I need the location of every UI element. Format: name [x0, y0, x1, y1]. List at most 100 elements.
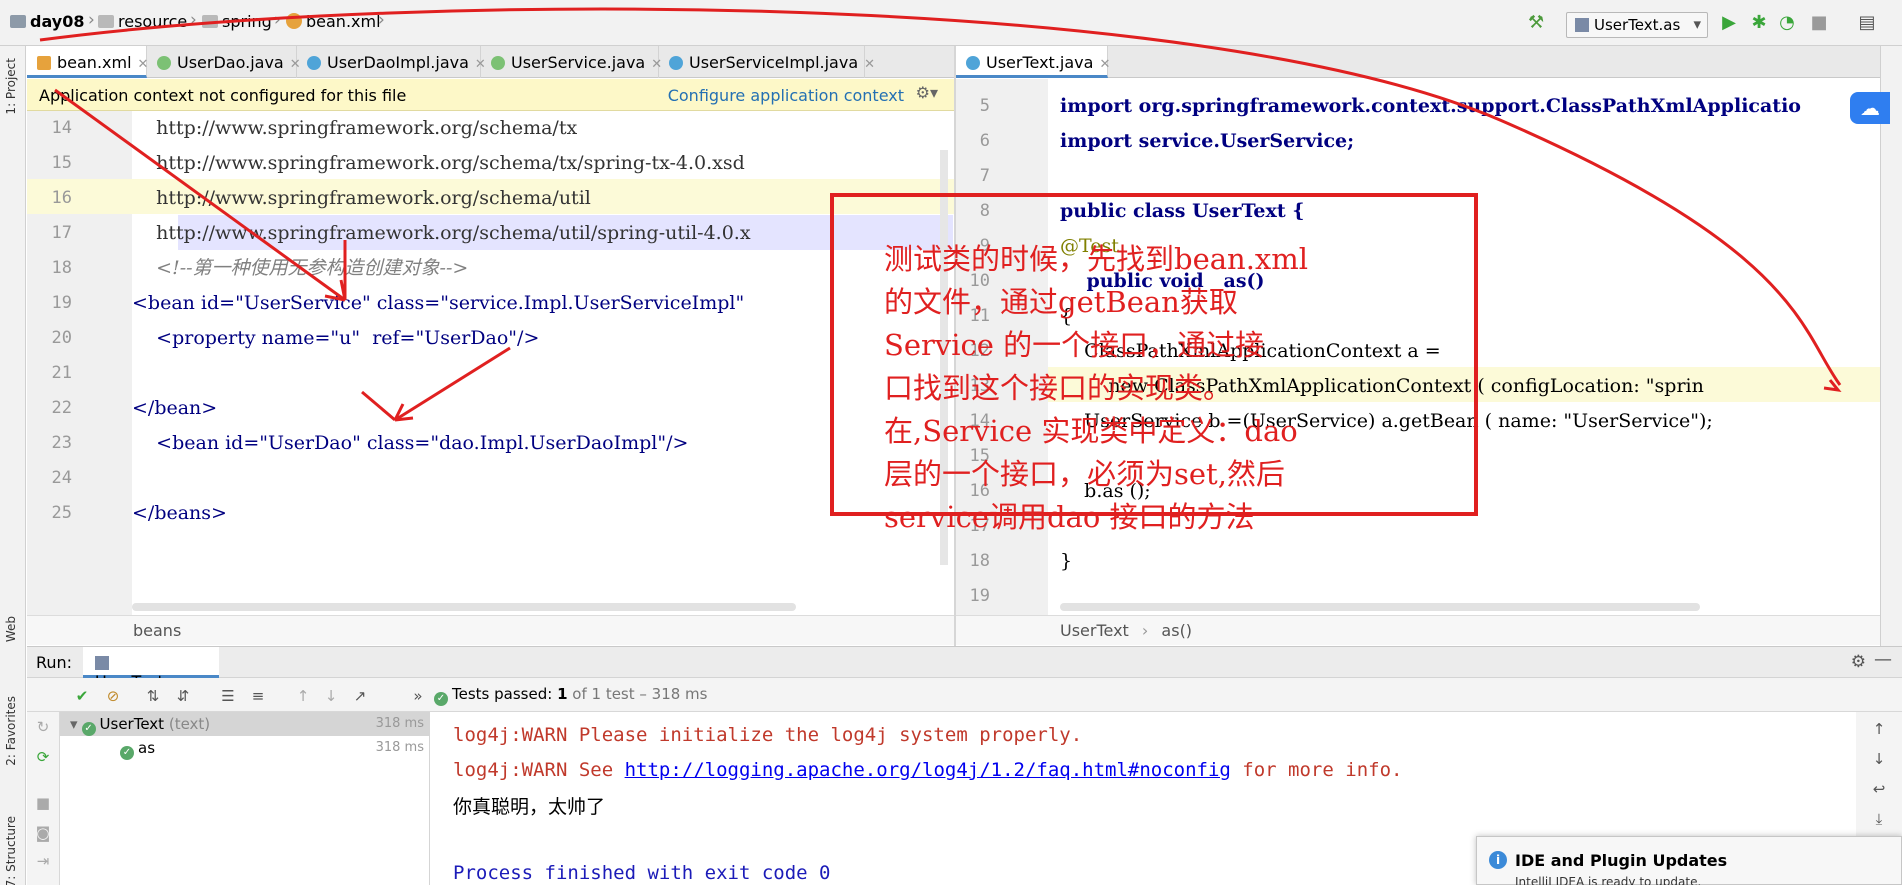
ide-updates-notification[interactable]: i IDE and Plugin Updates IntelliJ IDEA i… — [1476, 836, 1902, 885]
run-tab-usertext[interactable]: UserText.as✕ — [83, 647, 219, 691]
junit-icon — [1575, 18, 1589, 32]
test-toolbar: ✔ ⊘ ⇅ ⇵ ☰ ≡ ↑ ↓ ↗ » ✓ Tests passed: 1 of … — [27, 678, 1902, 712]
interface-icon — [491, 56, 505, 70]
run-icon[interactable]: ▶ — [1718, 12, 1740, 34]
sort-duration-icon[interactable]: ⇵ — [172, 685, 194, 707]
tab-label: UserServiceImpl.java — [689, 53, 859, 72]
coverage-icon[interactable]: ◔ — [1776, 12, 1798, 34]
tree-row-as[interactable]: ✓ as 318 ms — [60, 736, 430, 760]
tab-label: UserService.java — [511, 53, 646, 72]
code-line[interactable]: http://www.springframework.org/schema/tx… — [132, 146, 745, 181]
rerun-failed-icon[interactable]: ↻ — [32, 716, 54, 738]
tree-name: as — [138, 739, 156, 757]
tab-usertext-java[interactable]: UserText.java ✕ — [956, 46, 1110, 78]
code-line[interactable]: <property name="u" ref="UserDao"/> — [132, 321, 539, 356]
tab-bean-xml[interactable]: bean.xml ✕ — [27, 46, 148, 78]
line-number: 14 — [51, 118, 72, 138]
breadcrumb-bean-xml[interactable]: bean.xml — [286, 12, 381, 31]
sort-alpha-icon[interactable]: ⇅ — [142, 685, 164, 707]
code-line[interactable]: <bean id="UserService" class="service.Im… — [132, 286, 744, 321]
debug-icon[interactable]: ✱ — [1748, 12, 1770, 34]
more-icon[interactable]: » — [407, 685, 429, 707]
code-line[interactable]: http://www.springframework.org/schema/ut… — [132, 216, 750, 251]
left-horizontal-scrollbar[interactable] — [132, 603, 796, 611]
chevron-right-icon: › — [1141, 621, 1149, 640]
code-line[interactable]: <!--第一种使用无参构造创建对象--> — [132, 251, 468, 286]
scroll-up-icon[interactable]: ↑ — [1868, 718, 1890, 740]
run-tool-header: Run: UserText.as✕ ⚙ — — [27, 646, 1902, 691]
tab-label: bean.xml — [57, 53, 132, 72]
export-icon[interactable]: ↗ — [349, 685, 371, 707]
next-test-icon[interactable]: ↓ — [320, 685, 342, 707]
line-number: 25 — [51, 503, 72, 523]
notification-text: IntelliJ IDEA is ready to update. — [1515, 875, 1702, 885]
code-line[interactable]: } — [1060, 544, 1072, 579]
line-number: 16 — [51, 188, 72, 208]
soft-wrap-icon[interactable]: ↩ — [1868, 778, 1890, 800]
log4j-faq-link[interactable]: http://logging.apache.org/log4j/1.2/faq.… — [625, 759, 1231, 781]
structure-tool-button[interactable]: 7: Structure — [4, 816, 18, 885]
stop-icon[interactable]: ■ — [32, 792, 54, 814]
build-hammer-icon[interactable]: ⚒ — [1528, 14, 1546, 32]
navigation-bar: day08 › resource › spring › bean.xml › ⚒… — [0, 0, 1902, 46]
class-icon — [669, 56, 683, 70]
chevron-right-icon: › — [274, 10, 281, 30]
right-horizontal-scrollbar[interactable] — [1060, 603, 1700, 611]
line-number: 18 — [969, 551, 990, 571]
breadcrumb-spring[interactable]: spring — [202, 12, 272, 31]
expand-all-icon[interactable]: ☰ — [217, 685, 239, 707]
chevron-down-icon[interactable]: ▾ — [70, 715, 78, 733]
close-icon[interactable]: ✕ — [864, 57, 875, 72]
close-icon[interactable]: ✕ — [1099, 57, 1110, 72]
exit-icon[interactable]: ⇥ — [32, 850, 54, 872]
code-line[interactable]: import service.UserService; — [1060, 124, 1354, 159]
cloud-assistant-icon[interactable]: ☁ — [1850, 92, 1890, 124]
breadcrumb-method-as[interactable]: as() — [1161, 621, 1192, 640]
code-line[interactable]: http://www.springframework.org/schema/ut… — [132, 181, 591, 216]
project-structure-icon[interactable]: ▤ — [1856, 12, 1878, 34]
left-editor-tabs: bean.xml ✕ UserDao.java ✕ UserDaoImpl.java… — [27, 46, 954, 78]
code-line[interactable]: import org.springframework.context.suppo… — [1060, 89, 1801, 124]
tab-userservice-java[interactable]: UserService.java ✕ — [481, 46, 662, 78]
line-number: 24 — [51, 468, 72, 488]
line-number: 19 — [969, 586, 990, 606]
web-tool-button[interactable]: Web — [4, 616, 18, 642]
camera-icon[interactable]: ◙ — [32, 822, 54, 844]
breadcrumb-resource[interactable]: resource — [98, 12, 187, 31]
chevron-right-icon: › — [378, 10, 385, 30]
show-ignored-icon[interactable]: ⊘ — [102, 685, 124, 707]
tree-row-usertext[interactable]: ▾ ✓ UserText (text) 318 ms — [60, 712, 430, 736]
breadcrumb-project[interactable]: day08 — [10, 12, 84, 31]
toggle-autotest-icon[interactable]: ⟳ — [32, 746, 54, 768]
gear-icon[interactable]: ⚙ — [1851, 652, 1866, 672]
show-passed-icon[interactable]: ✔ — [71, 685, 93, 707]
scroll-to-end-icon[interactable]: ⤓ — [1868, 808, 1890, 830]
scroll-down-icon[interactable]: ↓ — [1868, 748, 1890, 770]
interface-icon — [157, 56, 171, 70]
run-configuration-select[interactable]: UserText.as ▾ — [1566, 12, 1708, 38]
previous-test-icon[interactable]: ↑ — [292, 685, 314, 707]
tab-userserviceimpl-java[interactable]: UserServiceImpl.java ✕ — [659, 46, 875, 78]
collapse-all-icon[interactable]: ≡ — [247, 685, 269, 707]
chevron-down-icon: ▾ — [1693, 15, 1701, 33]
tab-userdao-java[interactable]: UserDao.java ✕ — [147, 46, 301, 78]
line-number: 15 — [51, 153, 72, 173]
configure-context-link[interactable]: Configure application context — [668, 86, 904, 105]
gear-icon[interactable]: ⚙▾ — [916, 83, 938, 102]
tree-detail: (text) — [168, 715, 211, 733]
stop-icon[interactable]: ■ — [1808, 12, 1830, 34]
status-count: 1 — [557, 685, 568, 703]
breadcrumb-beans[interactable]: beans — [133, 621, 181, 640]
code-line[interactable]: http://www.springframework.org/schema/tx — [132, 111, 577, 146]
project-tool-button[interactable]: 1: Project — [4, 58, 18, 115]
line-number: 21 — [51, 363, 72, 383]
favorites-tool-button[interactable]: 2: Favorites — [4, 696, 18, 766]
folder-icon — [202, 15, 218, 28]
code-line[interactable]: </bean> — [132, 391, 217, 426]
minimize-icon[interactable]: — — [1874, 649, 1892, 670]
code-line[interactable]: </beans> — [132, 496, 227, 531]
breadcrumb-usertext[interactable]: UserText — [1060, 621, 1129, 640]
code-line[interactable]: <bean id="UserDao" class="dao.Impl.UserD… — [132, 426, 688, 461]
class-icon — [966, 56, 980, 70]
tab-userdaoimpl-java[interactable]: UserDaoImpl.java ✕ — [297, 46, 486, 78]
